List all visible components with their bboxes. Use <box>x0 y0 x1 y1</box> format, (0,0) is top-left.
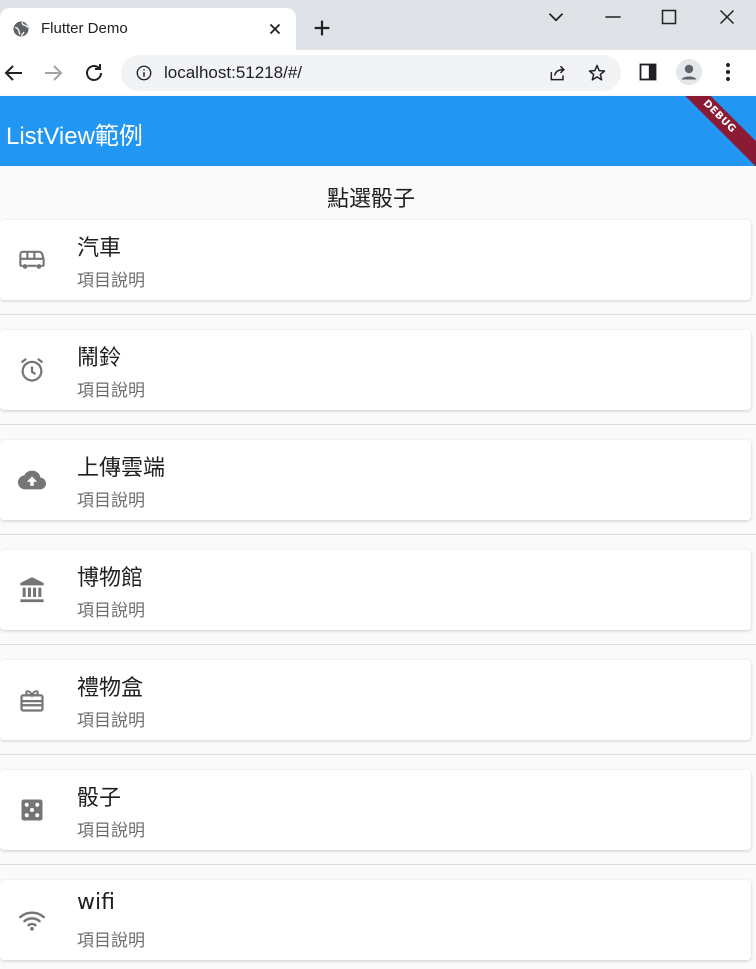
app-bar-title: ListView範例 <box>6 123 143 150</box>
close-tab-icon[interactable] <box>266 20 284 38</box>
browser-tab[interactable]: Flutter Demo <box>0 8 296 50</box>
item-title: 禮物盒 <box>77 676 144 701</box>
divider <box>0 864 756 865</box>
more-menu-icon[interactable] <box>720 61 736 83</box>
list-item-gift[interactable]: 禮物盒 項目說明 <box>0 660 751 740</box>
wifi-icon <box>19 911 45 931</box>
close-window-icon[interactable] <box>714 4 740 30</box>
url-text[interactable]: localhost:51218/#/ <box>164 63 302 83</box>
item-title: 汽車 <box>77 236 122 261</box>
forward-arrow-icon[interactable] <box>41 61 65 85</box>
cloud-upload-icon <box>18 470 46 490</box>
browser-tab-strip: Flutter Demo <box>0 0 756 50</box>
list-item-wifi[interactable]: wifi 項目說明 <box>0 880 751 960</box>
divider <box>0 424 756 425</box>
item-title: wifi <box>77 890 115 915</box>
museum-icon <box>20 577 44 603</box>
debug-banner: DEBUG <box>659 96 756 166</box>
list-item-dice[interactable]: 骰子 項目說明 <box>0 770 751 850</box>
profile-avatar-icon[interactable] <box>676 59 702 85</box>
item-title: 博物館 <box>77 566 144 591</box>
site-info-icon[interactable] <box>135 64 153 82</box>
minimize-icon[interactable] <box>600 4 626 30</box>
item-subtitle: 項目說明 <box>77 271 145 291</box>
divider <box>0 644 756 645</box>
maximize-icon[interactable] <box>656 4 682 30</box>
divider <box>0 754 756 755</box>
divider <box>0 314 756 315</box>
list-item-alarm[interactable]: 鬧鈴 項目說明 <box>0 330 751 410</box>
bookmark-star-icon[interactable] <box>587 63 607 83</box>
address-bar[interactable]: localhost:51218/#/ <box>121 55 621 91</box>
tab-search-chevron-icon[interactable] <box>543 4 569 30</box>
alarm-icon <box>20 358 44 382</box>
list-item-museum[interactable]: 博物館 項目說明 <box>0 550 751 630</box>
list-item-car[interactable]: 汽車 項目說明 <box>0 220 751 300</box>
item-title: 骰子 <box>77 786 122 811</box>
reload-icon[interactable] <box>82 61 106 85</box>
new-tab-icon[interactable] <box>311 17 333 39</box>
item-title: 上傳雲端 <box>77 456 166 481</box>
item-title: 鬧鈴 <box>77 346 122 371</box>
list-view[interactable]: 點選骰子 汽車 項目說明 鬧鈴 項目說明 上傳雲端 項目說明 博物館 項目說明 … <box>0 166 756 969</box>
item-subtitle: 項目說明 <box>77 491 145 511</box>
divider <box>0 534 756 535</box>
dice-icon <box>21 799 43 821</box>
list-item-cloud-upload[interactable]: 上傳雲端 項目說明 <box>0 440 751 520</box>
app-bar: ListView範例 DEBUG <box>0 96 756 166</box>
tab-title: Flutter Demo <box>41 20 128 37</box>
bus-icon <box>19 250 45 269</box>
item-subtitle: 項目說明 <box>77 931 145 951</box>
gift-icon <box>20 690 44 712</box>
share-icon[interactable] <box>548 63 568 83</box>
item-subtitle: 項目說明 <box>77 381 145 401</box>
side-panel-icon[interactable] <box>638 62 658 82</box>
item-subtitle: 項目說明 <box>77 711 145 731</box>
globe-icon <box>13 21 29 37</box>
list-header: 點選骰子 <box>326 187 415 212</box>
item-subtitle: 項目說明 <box>77 601 145 621</box>
item-subtitle: 項目說明 <box>77 821 145 841</box>
back-arrow-icon[interactable] <box>2 61 26 85</box>
